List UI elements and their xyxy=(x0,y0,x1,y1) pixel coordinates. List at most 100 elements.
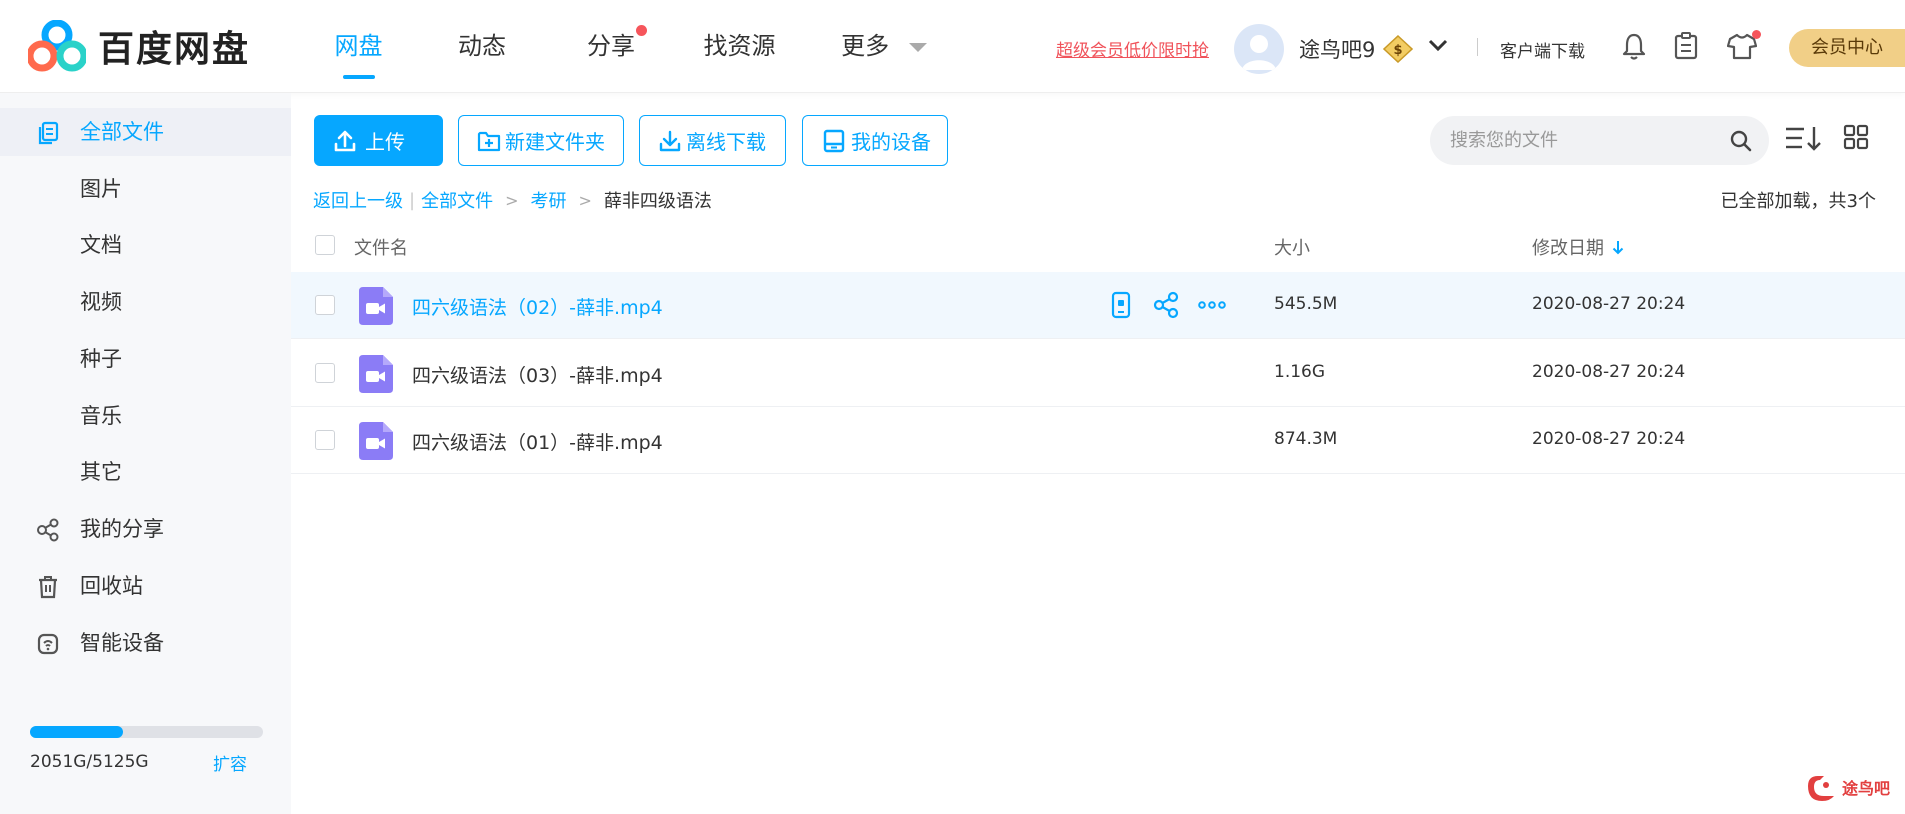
sidebar-item-videos[interactable]: 视频 xyxy=(0,278,291,326)
sidebar-item-all-files[interactable]: 全部文件 xyxy=(0,108,291,156)
select-all-checkbox[interactable] xyxy=(315,235,335,255)
breadcrumb-separator: > xyxy=(505,190,519,210)
nav-tab-more[interactable]: 更多 xyxy=(804,0,964,93)
loaded-count-text: 已全部加载，共3个 xyxy=(1720,191,1876,212)
storage-progress-bar xyxy=(30,726,263,738)
file-size: 1.16G xyxy=(1274,362,1326,382)
file-name-link[interactable]: 四六级语法（02）-薛非.mp4 xyxy=(412,293,663,320)
top-header: 百度网盘 网盘 动态 分享 找资源 更多 超级会员低价限时抢 途鸟吧9 $ 客户… xyxy=(0,0,1905,93)
nav-tab-find-resources[interactable]: 找资源 xyxy=(675,0,804,93)
nav-tab-label: 网盘 xyxy=(334,32,383,60)
bird-logo-icon xyxy=(1808,776,1834,801)
breadcrumb-back-link[interactable]: 返回上一级 xyxy=(313,187,403,213)
active-tab-indicator xyxy=(342,75,375,79)
breadcrumb-item[interactable]: 考研 xyxy=(530,187,566,213)
clipboard-icon[interactable] xyxy=(1674,32,1698,60)
table-row[interactable]: 四六级语法（03）-薛非.mp4 1.16G 2020-08-27 20:24 xyxy=(291,340,1905,407)
row-checkbox[interactable] xyxy=(315,295,335,315)
avatar-silhouette-icon xyxy=(1242,35,1276,70)
sidebar-item-label: 回收站 xyxy=(80,574,143,598)
vip-center-button[interactable]: 会员中心 xyxy=(1789,29,1905,67)
file-size: 874.3M xyxy=(1274,429,1338,449)
sidebar-item-images[interactable]: 图片 xyxy=(0,165,291,213)
sidebar: 全部文件 图片 文档 视频 种子 音乐 其它 我的分享 回收站 智能设备 205… xyxy=(0,93,291,814)
trash-icon xyxy=(39,576,57,599)
breadcrumb-divider: | xyxy=(409,189,416,211)
sidebar-item-label: 图片 xyxy=(80,177,122,201)
chevron-down-icon[interactable] xyxy=(1428,38,1448,52)
column-header-size[interactable]: 大小 xyxy=(1274,234,1310,260)
offline-download-button[interactable]: 离线下载 xyxy=(639,115,786,166)
table-row[interactable]: 四六级语法（02）-薛非.mp4 545.5M 2020-08-27 20:24 xyxy=(291,272,1905,339)
sidebar-item-label: 我的分享 xyxy=(80,517,164,541)
breadcrumb-item[interactable]: 全部文件 xyxy=(421,187,493,213)
client-download-link[interactable]: 客户端下载 xyxy=(1500,37,1585,62)
download-icon xyxy=(659,130,681,151)
share-icon[interactable] xyxy=(1153,291,1179,319)
user-avatar[interactable] xyxy=(1234,24,1284,74)
table-row[interactable]: 四六级语法（01）-薛非.mp4 874.3M 2020-08-27 20:24 xyxy=(291,407,1905,474)
nav-tab-share[interactable]: 分享 xyxy=(547,0,675,93)
sidebar-item-documents[interactable]: 文档 xyxy=(0,221,291,269)
username[interactable]: 途鸟吧9 xyxy=(1299,34,1375,64)
new-folder-button[interactable]: 新建文件夹 xyxy=(458,115,624,166)
nav-tab-label: 找资源 xyxy=(703,32,776,60)
my-devices-button[interactable]: 我的设备 xyxy=(802,115,948,166)
storage-usage-text: 2051G/5125G xyxy=(30,752,149,772)
bell-icon[interactable] xyxy=(1622,32,1646,60)
row-checkbox[interactable] xyxy=(315,363,335,383)
file-name-link[interactable]: 四六级语法（01）-薛非.mp4 xyxy=(412,428,663,455)
column-header-date[interactable]: 修改日期 xyxy=(1532,234,1624,260)
sidebar-item-recycle-bin[interactable]: 回收站 xyxy=(0,562,291,610)
nav-tab-label: 动态 xyxy=(458,32,506,60)
sidebar-item-my-shares[interactable]: 我的分享 xyxy=(0,505,291,553)
sidebar-item-torrents[interactable]: 种子 xyxy=(0,335,291,383)
row-checkbox[interactable] xyxy=(315,430,335,450)
brand-name: 百度网盘 xyxy=(98,29,251,70)
nav-tab-netdisk[interactable]: 网盘 xyxy=(300,0,417,93)
smart-device-icon xyxy=(37,633,59,655)
share-icon xyxy=(37,518,59,542)
watermark-text: 途鸟吧 xyxy=(1842,779,1891,798)
sidebar-item-smart-devices[interactable]: 智能设备 xyxy=(0,619,291,667)
sidebar-item-other[interactable]: 其它 xyxy=(0,448,291,496)
expand-storage-link[interactable]: 扩容 xyxy=(213,750,247,775)
main-nav: 网盘 动态 分享 找资源 更多 xyxy=(300,0,964,93)
nav-tab-activity[interactable]: 动态 xyxy=(417,0,547,93)
file-date: 2020-08-27 20:24 xyxy=(1532,362,1686,382)
sidebar-item-label: 种子 xyxy=(80,347,122,371)
offline-download-button-label: 离线下载 xyxy=(686,130,766,154)
tshirt-skin-icon[interactable] xyxy=(1727,30,1761,60)
video-file-icon xyxy=(359,355,393,393)
caret-down-icon xyxy=(908,42,927,52)
breadcrumb-current: 薛非四级语法 xyxy=(603,191,712,212)
sidebar-item-label: 文档 xyxy=(80,233,122,257)
send-to-phone-icon[interactable] xyxy=(1111,291,1131,319)
sidebar-item-label: 音乐 xyxy=(80,404,122,428)
notification-dot xyxy=(636,25,647,36)
notification-dot xyxy=(1752,30,1761,39)
search-input[interactable] xyxy=(1450,128,1710,153)
sidebar-item-music[interactable]: 音乐 xyxy=(0,392,291,440)
site-watermark: 途鸟吧 xyxy=(1804,772,1890,802)
sort-icon[interactable] xyxy=(1784,124,1822,152)
grid-view-icon[interactable] xyxy=(1843,124,1869,150)
upload-button[interactable]: 上传 xyxy=(314,115,443,166)
sidebar-item-label: 其它 xyxy=(80,460,122,484)
nav-tab-label: 分享 xyxy=(587,32,635,60)
upload-button-label: 上传 xyxy=(365,130,405,154)
file-stack-icon xyxy=(38,121,59,145)
header-divider xyxy=(1477,38,1478,56)
search-icon[interactable] xyxy=(1729,129,1753,153)
sidebar-item-label: 全部文件 xyxy=(80,120,164,144)
file-date: 2020-08-27 20:24 xyxy=(1532,294,1686,314)
brand-logo[interactable]: 百度网盘 xyxy=(28,20,250,72)
file-name-link[interactable]: 四六级语法（03）-薛非.mp4 xyxy=(412,361,663,388)
upload-icon xyxy=(334,130,356,151)
column-header-date-label: 修改日期 xyxy=(1532,238,1604,259)
baidu-netdisk-logo-icon xyxy=(28,20,86,72)
column-header-name[interactable]: 文件名 xyxy=(354,234,408,260)
folder-plus-icon xyxy=(477,131,501,151)
more-options-icon[interactable] xyxy=(1198,291,1226,319)
vip-promo-link[interactable]: 超级会员低价限时抢 xyxy=(1056,36,1209,61)
